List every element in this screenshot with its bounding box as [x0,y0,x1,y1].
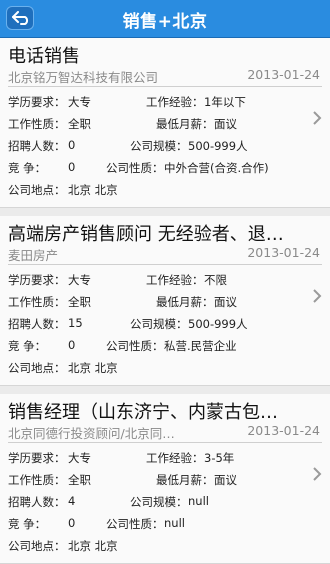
detail-row: 竞 争： 0 公司性质： null [8,516,308,536]
detail-value: 500-999人 [188,317,248,331]
post-date: 2013-01-24 [247,245,320,260]
detail-row: 招聘人数： 4 公司规模： null [8,494,308,514]
detail-label: 最低月薪： [156,473,214,487]
detail-row: 学历要求： 大专 工作经验： 3-5年 [8,450,308,470]
detail-row: 竞 争： 0 公司性质： 私营.民营企业 [8,338,308,358]
divider [8,442,322,443]
detail-value: 全职 [68,295,91,309]
detail-label: 招聘人数： [8,495,66,509]
chevron-right-icon [313,289,322,303]
detail-value: 面议 [214,117,237,131]
detail-label: 公司地点： [8,183,66,197]
detail-value: 15 [68,316,83,330]
detail-value: 500-999人 [188,139,248,153]
detail-label: 招聘人数： [8,139,66,153]
chevron-right-icon [313,111,322,125]
detail-row: 工作性质： 全职 最低月薪： 面议 [8,294,308,314]
detail-label: 学历要求： [8,273,66,287]
company-name: 麦田房产 [8,248,59,263]
detail-label: 公司规模： [130,139,188,153]
detail-value: 面议 [214,473,237,487]
detail-label: 公司地点： [8,539,66,553]
detail-value: 北京 北京 [68,539,118,553]
detail-value: 全职 [68,117,91,131]
detail-label: 学历要求： [8,451,66,465]
detail-value: 全职 [68,473,91,487]
detail-row: 学历要求： 大专 工作经验： 不限 [8,272,308,292]
detail-label: 工作性质： [8,117,66,131]
detail-label: 公司性质： [106,161,164,175]
job-title: 高端房产销售顾问 无经验者、退… [8,224,284,245]
detail-label: 公司性质： [106,339,164,353]
detail-row: 公司地点： 北京 北京 [8,538,308,558]
detail-value: 4 [68,494,76,508]
job-card[interactable]: 高端房产销售顾问 无经验者、退… 麦田房产 2013-01-24 学历要求： 大专 工作经… [0,216,330,386]
detail-label: 竞 争： [8,339,47,353]
detail-label: 工作经验： [146,95,204,109]
detail-value: 0 [68,160,76,174]
detail-row: 工作性质： 全职 最低月薪： 面议 [8,472,308,492]
detail-value: 北京 北京 [68,183,118,197]
detail-label: 竞 争： [8,517,47,531]
detail-label: 工作经验： [146,451,204,465]
detail-row: 工作性质： 全职 最低月薪： 面议 [8,116,308,136]
detail-row: 招聘人数： 0 公司规模： 500-999人 [8,138,308,158]
detail-label: 公司性质： [106,517,164,531]
divider [8,86,322,87]
detail-value: 面议 [214,295,237,309]
divider [8,264,322,265]
company-name: 北京同德行投资顾问/北京同… [8,426,175,441]
detail-label: 公司规模： [130,317,188,331]
detail-value: 0 [68,338,76,352]
detail-label: 工作性质： [8,295,66,309]
detail-value: 0 [68,516,76,530]
chevron-right-icon [313,467,322,481]
detail-row: 公司地点： 北京 北京 [8,360,308,380]
detail-label: 招聘人数： [8,317,66,331]
detail-value: 大专 [68,273,91,287]
job-title: 销售经理（山东济宁、内蒙古包… [8,402,278,423]
detail-row: 招聘人数： 15 公司规模： 500-999人 [8,316,308,336]
job-title: 电话销售 [8,46,80,67]
post-date: 2013-01-24 [247,423,320,438]
detail-label: 竞 争： [8,161,47,175]
detail-label: 最低月薪： [156,295,214,309]
detail-row: 公司地点： 北京 北京 [8,182,308,202]
detail-value: 0 [68,138,76,152]
detail-row: 学历要求： 大专 工作经验： 1年以下 [8,94,308,114]
detail-value: null [164,516,185,530]
detail-label: 公司规模： [130,495,188,509]
company-name: 北京铭万智达科技有限公司 [8,70,159,85]
detail-value: 1年以下 [204,95,246,109]
detail-label: 学历要求： [8,95,66,109]
detail-value: 北京 北京 [68,361,118,375]
detail-value: 大专 [68,95,91,109]
detail-value: null [188,494,209,508]
detail-label: 工作性质： [8,473,66,487]
app-header: 销售+北京 [0,0,330,38]
detail-label: 最低月薪： [156,117,214,131]
job-card[interactable]: 电话销售北京铭万智达科技有限公司 2013-01-24 学历要求： 大专 工作经验： 1年… [0,38,330,208]
detail-label: 公司地点： [8,361,66,375]
detail-value: 不限 [204,273,227,287]
job-card[interactable]: 销售经理（山东济宁、内蒙古包… 北京同德行投资顾问/北京同… 2013-01-24 学… [0,394,330,564]
detail-label: 工作经验： [146,273,204,287]
post-date: 2013-01-24 [247,67,320,82]
detail-value: 中外合营(合资.合作) [164,161,269,175]
detail-value: 大专 [68,451,91,465]
detail-value: 私营.民营企业 [164,339,237,353]
detail-value: 3-5年 [204,451,235,465]
detail-row: 竞 争： 0 公司性质： 中外合营(合资.合作) [8,160,308,180]
page-title: 销售+北京 [122,12,208,32]
